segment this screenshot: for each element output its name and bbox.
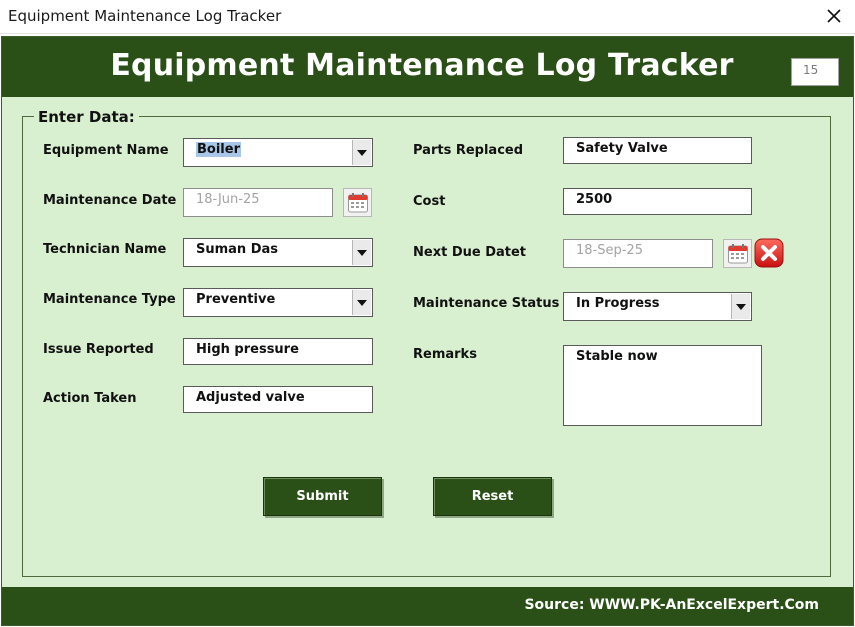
- record-id-field: 15: [791, 58, 839, 86]
- footer-banner: Source: WWW.PK-AnExcelExpert.Com: [2, 587, 853, 625]
- issue-reported-field[interactable]: High pressure: [183, 338, 373, 365]
- userform: Equipment Maintenance Log Tracker 15 Ent…: [1, 36, 854, 626]
- maintenance-date-field[interactable]: 18-Jun-25: [183, 188, 333, 217]
- maintenance-status-value: In Progress: [576, 296, 660, 311]
- action-taken-label: Action Taken: [43, 391, 137, 406]
- window-titlebar: Equipment Maintenance Log Tracker: [0, 0, 855, 34]
- equipment-name-combobox[interactable]: Boiler: [183, 138, 373, 167]
- parts-replaced-label: Parts Replaced: [413, 143, 524, 158]
- issue-reported-label: Issue Reported: [43, 342, 154, 357]
- submit-button[interactable]: Submit: [263, 477, 382, 516]
- technician-name-dropdown-button[interactable]: [352, 240, 371, 265]
- calendar-icon: [347, 192, 368, 212]
- close-button[interactable]: [821, 3, 847, 29]
- reset-button[interactable]: Reset: [433, 477, 552, 516]
- next-due-date-field[interactable]: 18-Sep-25: [563, 239, 713, 268]
- next-due-date-label: Next Due Datet: [413, 245, 527, 260]
- technician-name-combobox[interactable]: Suman Das: [183, 238, 373, 267]
- remarks-label: Remarks: [413, 347, 477, 362]
- next-due-date-calendar-button[interactable]: [723, 239, 752, 268]
- close-icon: [827, 9, 841, 23]
- maintenance-status-dropdown-button[interactable]: [731, 294, 750, 319]
- maintenance-type-combobox[interactable]: Preventive: [183, 288, 373, 317]
- chevron-down-icon: [357, 249, 367, 256]
- page-title: Equipment Maintenance Log Tracker: [110, 48, 734, 83]
- equipment-name-dropdown-button[interactable]: [352, 140, 371, 165]
- maintenance-type-label: Maintenance Type: [43, 292, 176, 307]
- cost-label: Cost: [413, 194, 446, 209]
- technician-name-value: Suman Das: [196, 242, 279, 257]
- chevron-down-icon: [357, 299, 367, 306]
- header-banner: Equipment Maintenance Log Tracker 15: [2, 37, 853, 97]
- calendar-icon: [727, 243, 748, 263]
- frame-caption: Enter Data:: [34, 108, 139, 126]
- source-text: Source: WWW.PK-AnExcelExpert.Com: [524, 597, 819, 613]
- remarks-textarea[interactable]: Stable now: [563, 345, 762, 426]
- equipment-name-label: Equipment Name: [43, 143, 169, 158]
- maintenance-type-dropdown-button[interactable]: [352, 290, 371, 315]
- clear-date-icon: [754, 238, 784, 268]
- cost-field[interactable]: 2500: [563, 188, 752, 215]
- action-taken-field[interactable]: Adjusted valve: [183, 386, 373, 413]
- chevron-down-icon: [357, 149, 367, 156]
- technician-name-label: Technician Name: [43, 242, 167, 257]
- clear-date-button[interactable]: [753, 237, 785, 269]
- maintenance-status-label: Maintenance Status: [413, 296, 560, 311]
- chevron-down-icon: [736, 303, 746, 310]
- maintenance-date-calendar-button[interactable]: [343, 188, 372, 217]
- maintenance-type-value: Preventive: [196, 292, 276, 307]
- maintenance-date-label: Maintenance Date: [43, 193, 177, 208]
- equipment-name-value: Boiler: [196, 142, 241, 157]
- maintenance-status-combobox[interactable]: In Progress: [563, 292, 752, 321]
- parts-replaced-field[interactable]: Safety Valve: [563, 137, 752, 164]
- window-title: Equipment Maintenance Log Tracker: [8, 7, 282, 25]
